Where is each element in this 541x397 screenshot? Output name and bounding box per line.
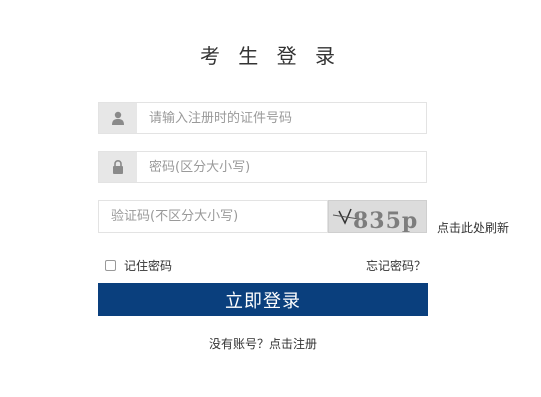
password-field[interactable] [98,151,427,183]
captcha-input[interactable] [99,201,327,232]
captcha-text: 835p [353,208,418,233]
remember-checkbox[interactable] [105,260,116,271]
captcha-image[interactable]: 835p [328,200,427,233]
forgot-password-link[interactable]: 忘记密码？ [366,257,426,274]
id-number-field[interactable] [98,102,427,134]
register-link[interactable]: 没有账号？点击注册 [0,335,526,352]
id-number-input[interactable] [137,103,426,133]
lock-icon [99,152,137,182]
remember-password[interactable]: 记住密码 [105,257,172,274]
user-icon [99,103,137,133]
login-button[interactable]: 立即登录 [98,283,428,316]
remember-label: 记住密码 [124,259,173,273]
password-input[interactable] [137,152,426,182]
refresh-captcha-link[interactable]: 点击此处刷新 [437,219,509,236]
captcha-field[interactable] [98,200,328,233]
page-title: 考 生 登 录 [199,44,342,68]
